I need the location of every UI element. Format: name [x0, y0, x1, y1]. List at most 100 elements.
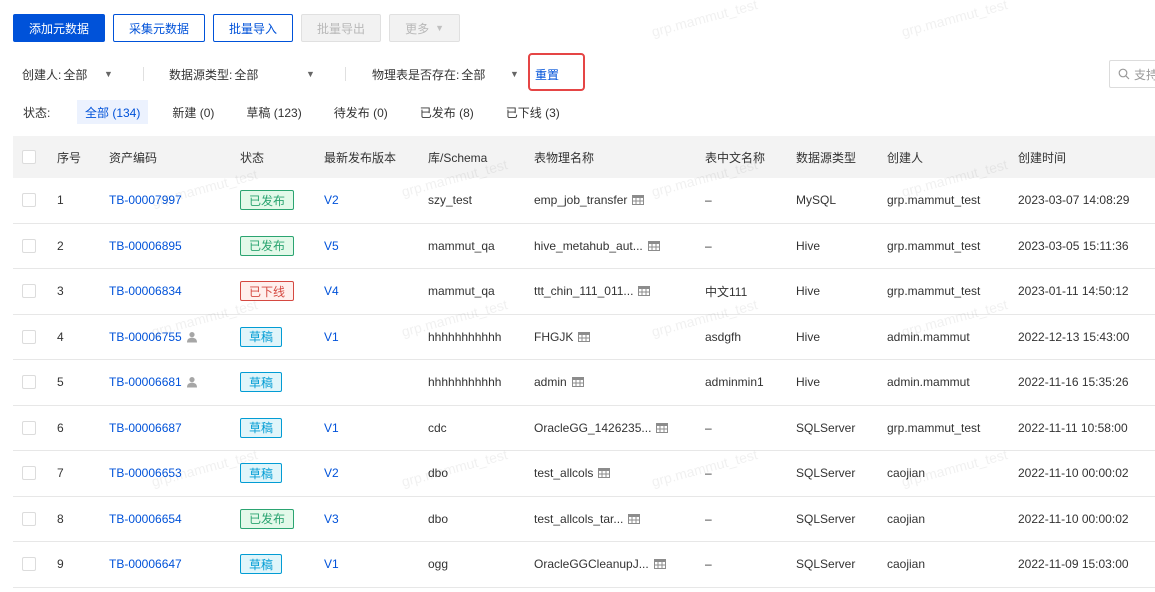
- search-input[interactable]: 支持: [1109, 60, 1155, 88]
- status-cell: 草稿: [240, 463, 324, 484]
- status-label: 状态:: [23, 105, 51, 120]
- reset-link[interactable]: 重置: [535, 60, 559, 88]
- user-icon: [186, 376, 198, 388]
- asset-code-link[interactable]: TB-00006834: [109, 284, 182, 298]
- chinese-name-cell: 中文111: [705, 284, 748, 299]
- table-icon[interactable]: [628, 513, 641, 524]
- row-checkbox[interactable]: [22, 466, 36, 481]
- table-icon[interactable]: [598, 468, 611, 479]
- row-checkbox[interactable]: [22, 329, 36, 344]
- toolbar: 添加元数据 采集元数据 批量导入 批量导出 更多 ▼: [13, 14, 460, 42]
- row-select-cell: [13, 420, 57, 435]
- metadata-table: 序号 资产编码 状态 最新发布版本 库/Schema 表物理名称 表中文名称 数…: [13, 136, 1155, 588]
- source-type-filter[interactable]: 数据源类型: 全部 ▼: [169, 60, 319, 88]
- created-time-cell: 2023-03-07 14:08:29: [1018, 193, 1130, 208]
- physical-name-cell: hive_metahub_aut...: [534, 239, 705, 253]
- status-tab-published[interactable]: 已发布 (8): [412, 100, 482, 124]
- version-link[interactable]: V3: [324, 512, 339, 526]
- status-tab-pending[interactable]: 待发布 (0): [326, 100, 396, 124]
- physical-exists-filter[interactable]: 物理表是否存在: 全部 ▼: [372, 60, 522, 88]
- status-cell: 已发布: [240, 508, 324, 529]
- creator-filter[interactable]: 创建人: 全部 ▼: [22, 60, 114, 88]
- physical-name: emp_job_transfer: [534, 193, 628, 208]
- table-icon[interactable]: [571, 377, 584, 388]
- status-tab-all[interactable]: 全部 (134): [77, 100, 149, 124]
- table-icon[interactable]: [647, 240, 660, 251]
- version-link[interactable]: V1: [324, 557, 339, 571]
- creator-filter-value: 全部: [63, 67, 88, 82]
- physical-name: OracleGG_1426235...: [534, 420, 652, 435]
- table-icon[interactable]: [656, 422, 669, 433]
- asset-code-link[interactable]: TB-00006647: [109, 557, 182, 571]
- version-cell: V2: [324, 193, 428, 207]
- row-checkbox[interactable]: [22, 238, 36, 253]
- physical-name-cell: emp_job_transfer: [534, 193, 705, 207]
- created-time-cell: 2022-11-10 00:00:02: [1018, 466, 1129, 481]
- more-dropdown-button[interactable]: 更多 ▼: [389, 14, 460, 42]
- status-badge: 已发布: [240, 190, 295, 211]
- version-link[interactable]: V2: [324, 193, 339, 207]
- batch-export-button[interactable]: 批量导出: [301, 14, 382, 42]
- creator-cell: grp.mammut_test: [887, 193, 981, 208]
- search-placeholder: 支持: [1134, 67, 1155, 82]
- status-cell: 草稿: [240, 372, 324, 393]
- row-checkbox[interactable]: [22, 284, 36, 299]
- asset-code-link[interactable]: TB-00006755: [109, 330, 182, 344]
- column-header: 创建时间: [1018, 150, 1067, 165]
- row-index: 8: [57, 511, 64, 526]
- add-metadata-button[interactable]: 添加元数据: [13, 14, 106, 42]
- schema-cell: hhhhhhhhhhh: [428, 375, 502, 390]
- status-badge: 草稿: [240, 417, 283, 438]
- version-link[interactable]: V4: [324, 284, 339, 298]
- table-icon[interactable]: [653, 559, 666, 570]
- status-badge: 草稿: [240, 463, 283, 484]
- schema-cell: ogg: [428, 557, 449, 572]
- version-link[interactable]: V2: [324, 466, 339, 480]
- table-header: 序号 资产编码 状态 最新发布版本 库/Schema 表物理名称 表中文名称 数…: [13, 136, 1155, 178]
- creator-cell: admin.mammut: [887, 329, 970, 344]
- source-type-cell: SQLServer: [796, 466, 856, 481]
- row-checkbox[interactable]: [22, 375, 36, 390]
- row-checkbox[interactable]: [22, 420, 36, 435]
- row-index: 6: [57, 420, 64, 435]
- asset-code-link[interactable]: TB-00007997: [109, 193, 182, 207]
- schema-cell: szy_test: [428, 193, 473, 208]
- version-link[interactable]: V5: [324, 239, 339, 253]
- row-checkbox[interactable]: [22, 511, 36, 526]
- table-icon[interactable]: [578, 331, 591, 342]
- table-icon[interactable]: [638, 286, 651, 297]
- status-tab-new[interactable]: 新建 (0): [164, 100, 222, 124]
- asset-code-link[interactable]: TB-00006687: [109, 421, 182, 435]
- table-row: 2 TB-00006895 已发布 V5 mammut_qa hive_metahub_a…: [13, 224, 1155, 269]
- collect-metadata-button[interactable]: 采集元数据: [113, 14, 206, 42]
- divider: [143, 67, 144, 81]
- filter-bar: 创建人: 全部 ▼ 数据源类型: 全部 ▼ 物理表是否存在: 全部 ▼ 重置 支…: [22, 53, 1155, 91]
- status-badge: 已发布: [240, 508, 295, 529]
- chinese-name-cell: –: [705, 420, 712, 435]
- chinese-name-cell: adminmin1: [705, 375, 764, 390]
- status-tab-offline[interactable]: 已下线 (3): [498, 100, 568, 124]
- row-checkbox[interactable]: [22, 557, 36, 572]
- status-tab-draft[interactable]: 草稿 (123): [238, 100, 309, 124]
- creator-cell: caojian: [887, 511, 926, 526]
- select-all-checkbox[interactable]: [22, 150, 36, 164]
- row-index: 4: [57, 329, 64, 344]
- created-time-cell: 2023-01-11 14:50:12: [1018, 284, 1129, 299]
- status-badge: 已下线: [240, 281, 295, 302]
- source-type-cell: SQLServer: [796, 511, 856, 526]
- physical-name-cell: test_allcols_tar...: [534, 512, 705, 526]
- asset-code-link[interactable]: TB-00006895: [109, 239, 182, 253]
- asset-code-link[interactable]: TB-00006653: [109, 466, 182, 480]
- table-row: 5 TB-00006681 草稿 hhhhhhhhhhh admin adminmin1 H…: [13, 360, 1155, 406]
- physical-name-cell: ttt_chin_111_011...: [534, 284, 705, 298]
- version-link[interactable]: V1: [324, 421, 339, 435]
- table-icon[interactable]: [632, 195, 645, 206]
- source-type-cell: MySQL: [796, 193, 837, 208]
- column-header: 资产编码: [109, 150, 158, 165]
- asset-code-link[interactable]: TB-00006681: [109, 375, 182, 389]
- batch-import-button[interactable]: 批量导入: [213, 14, 294, 42]
- column-header: 创建人: [887, 150, 924, 165]
- version-link[interactable]: V1: [324, 330, 339, 344]
- row-checkbox[interactable]: [22, 193, 36, 208]
- asset-code-link[interactable]: TB-00006654: [109, 512, 182, 526]
